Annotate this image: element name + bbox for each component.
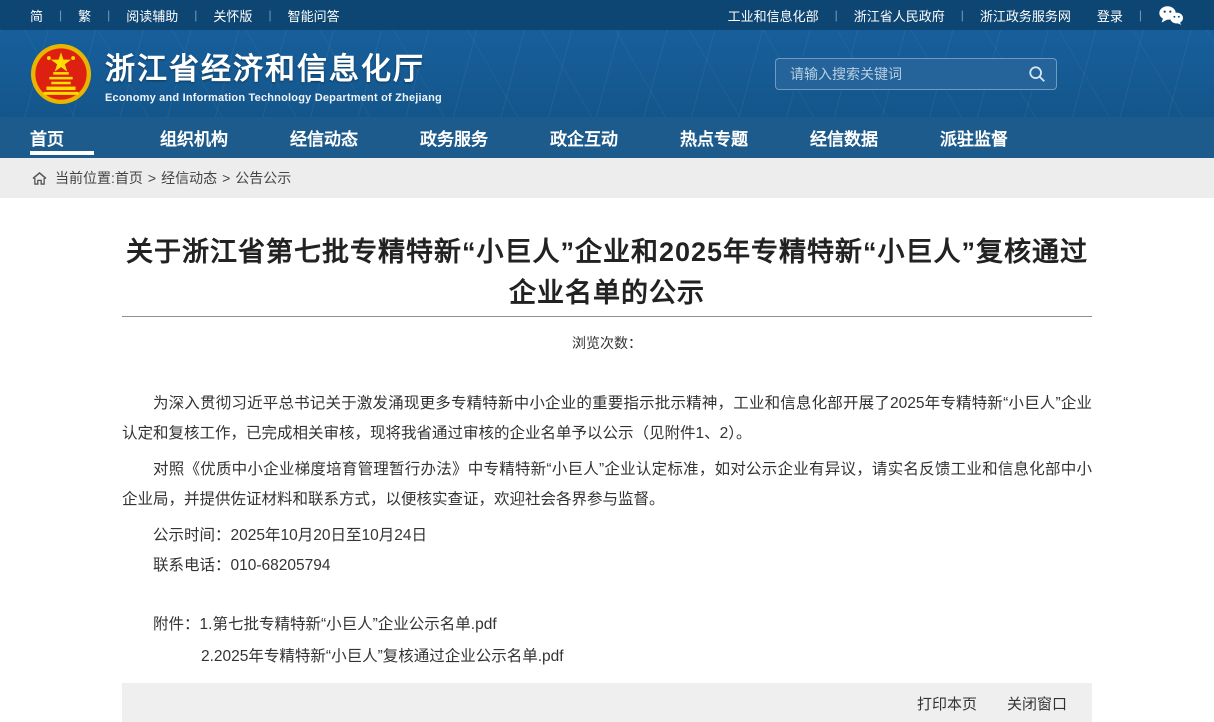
divider: |: [835, 8, 838, 22]
wechat-icon[interactable]: [1158, 5, 1184, 25]
home-icon: [32, 172, 47, 185]
article-page: 关于浙江省第七批专精特新“小巨人”企业和2025年专精特新“小巨人”复核通过企业…: [0, 198, 1214, 722]
login-button[interactable]: 登录: [1097, 6, 1123, 25]
topbar-link-senior-version[interactable]: 关怀版: [213, 6, 252, 25]
breadcrumb-item-news[interactable]: 经信动态: [161, 168, 217, 188]
divider: |: [268, 8, 271, 22]
nav-item-hot-topics[interactable]: 热点专题: [680, 117, 810, 158]
main-nav: 首页 组织机构 经信动态 政务服务 政企互动 热点专题 经信数据 派驻监督: [0, 117, 1214, 158]
nav-item-gov-services[interactable]: 政务服务: [420, 117, 550, 158]
topbar-right-links: 工业和信息化部 | 浙江省人民政府 | 浙江政务服务网 登录 |: [728, 5, 1184, 25]
breadcrumb-separator: >: [148, 170, 156, 186]
attachment-link-2[interactable]: 2.2025年专精特新“小巨人”复核通过企业公示名单.pdf: [201, 641, 564, 673]
topbar-link-reading-assist[interactable]: 阅读辅助: [126, 6, 178, 25]
search-input[interactable]: [790, 66, 1028, 82]
divider: |: [961, 8, 964, 22]
topbar-left-links: 简 | 繁 | 阅读辅助 | 关怀版 | 智能问答: [30, 6, 340, 25]
site-header: 浙江省经济和信息化厅 Economy and Information Techn…: [0, 30, 1214, 117]
breadcrumb-item-home[interactable]: 首页: [115, 168, 143, 188]
paragraph: 对照《优质中小企业梯度培育管理暂行办法》中专精特新“小巨人”企业认定标准，如对公…: [122, 455, 1092, 515]
topbar-link-zhejiang-service-net[interactable]: 浙江政务服务网: [980, 6, 1071, 25]
print-page-button[interactable]: 打印本页: [917, 693, 977, 714]
close-window-button[interactable]: 关闭窗口: [1007, 693, 1067, 714]
national-emblem-logo: [30, 43, 92, 105]
topbar-link-miit[interactable]: 工业和信息化部: [728, 6, 819, 25]
title-divider: [122, 316, 1092, 317]
breadcrumb-separator: >: [222, 170, 230, 186]
breadcrumb-prefix: 当前位置:: [55, 168, 115, 188]
site-search-box: [775, 58, 1057, 90]
divider: |: [1139, 8, 1142, 22]
attachments-label: 附件：: [122, 609, 200, 641]
topbar-link-zhejiang-gov[interactable]: 浙江省人民政府: [854, 6, 945, 25]
search-icon[interactable]: [1028, 65, 1046, 83]
topbar-link-smart-qa[interactable]: 智能问答: [288, 6, 340, 25]
topbar-link-traditional-chinese[interactable]: 繁: [78, 6, 91, 25]
attachment-link-1[interactable]: 1.第七批专精特新“小巨人”企业公示名单.pdf: [200, 609, 497, 641]
paragraph: 为深入贯彻习近平总书记关于激发涌现更多专精特新中小企业的重要指示批示精神，工业和…: [122, 389, 1092, 449]
publicity-period: 公示时间：2025年10月20日至10月24日: [122, 521, 1092, 551]
topbar-link-simplified-chinese[interactable]: 简: [30, 6, 43, 25]
divider: |: [107, 8, 110, 22]
site-title: 浙江省经济和信息化厅: [105, 44, 442, 88]
breadcrumb-item-announcements[interactable]: 公告公示: [235, 168, 291, 188]
view-count: 浏览次数：: [122, 333, 1092, 353]
nav-item-supervision[interactable]: 派驻监督: [940, 117, 1070, 158]
article-body: 为深入贯彻习近平总书记关于激发涌现更多专精特新中小企业的重要指示批示精神，工业和…: [122, 389, 1092, 581]
nav-item-news[interactable]: 经信动态: [290, 117, 420, 158]
nav-item-organization[interactable]: 组织机构: [160, 117, 290, 158]
nav-item-data[interactable]: 经信数据: [810, 117, 940, 158]
breadcrumb: 当前位置: 首页 > 经信动态 > 公告公示: [0, 158, 1214, 198]
article-title: 关于浙江省第七批专精特新“小巨人”企业和2025年专精特新“小巨人”复核通过企业…: [122, 232, 1092, 314]
site-subtitle: Economy and Information Technology Depar…: [105, 92, 442, 104]
page-actions-bar: 打印本页 关闭窗口: [122, 683, 1092, 722]
divider: |: [59, 8, 62, 22]
contact-phone: 联系电话：010-68205794: [122, 551, 1092, 581]
nav-item-interaction[interactable]: 政企互动: [550, 117, 680, 158]
divider: |: [194, 8, 197, 22]
attachments-section: 附件： 1.第七批专精特新“小巨人”企业公示名单.pdf 2.2025年专精特新…: [122, 609, 1092, 673]
nav-item-home[interactable]: 首页: [30, 117, 160, 158]
top-utility-bar: 简 | 繁 | 阅读辅助 | 关怀版 | 智能问答 工业和信息化部 | 浙江省人…: [0, 0, 1214, 30]
site-brand: 浙江省经济和信息化厅 Economy and Information Techn…: [105, 44, 442, 104]
